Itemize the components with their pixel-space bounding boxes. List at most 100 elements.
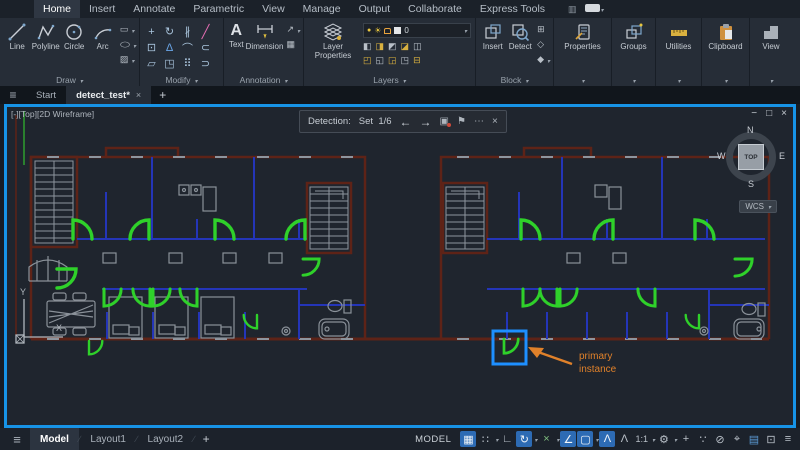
tab-express-tools[interactable]: Express Tools — [471, 0, 554, 18]
annotation-monitor-icon[interactable]: ⌖ — [729, 431, 745, 447]
tab-output[interactable]: Output — [350, 0, 400, 18]
viewcube-top-face[interactable]: TOP — [738, 144, 764, 170]
wcs-selector[interactable]: WCS — [739, 200, 777, 213]
tab-home[interactable]: Home — [34, 0, 81, 18]
utilities-panel-expand[interactable] — [656, 73, 701, 86]
grid-icon[interactable]: ▦ — [460, 431, 477, 447]
model-space-viewport[interactable]: [-][Top][2D Wireframe] − □ × Detection: … — [4, 104, 796, 428]
polar-tracking-icon[interactable]: ↻ — [516, 431, 533, 447]
explode-tool[interactable]: ⊃ — [197, 56, 214, 71]
copy-tool[interactable]: ⊡ — [143, 40, 160, 55]
erase-tool[interactable]: ╱ — [197, 24, 214, 39]
dimension-button[interactable]: Dimension — [246, 21, 283, 52]
tab-collaborate[interactable]: Collaborate — [399, 0, 471, 18]
close-drawing-icon[interactable]: × — [136, 90, 141, 100]
tab-model[interactable]: Model — [30, 428, 79, 450]
close-button[interactable]: × — [781, 108, 787, 119]
file-tab-menu-icon[interactable]: ≡ — [0, 88, 26, 102]
move-tool[interactable]: + — [143, 24, 160, 39]
layer-properties-button[interactable]: Layer Properties — [307, 21, 359, 61]
model-space-badge[interactable]: MODEL — [410, 433, 456, 446]
block-panel-title[interactable]: Block — [476, 73, 553, 86]
trim-tool[interactable]: ∦ — [179, 24, 196, 39]
previous-set-button[interactable]: ← — [400, 115, 412, 129]
minimize-button[interactable]: − — [751, 108, 757, 119]
tab-annotate[interactable]: Annotate — [124, 0, 184, 18]
layer-tool[interactable]: ⊟ — [413, 55, 421, 66]
annotation-autoscale-icon[interactable]: Λ — [616, 431, 632, 447]
properties-panel-expand[interactable] — [554, 73, 611, 86]
move-crosshair-icon[interactable]: + — [678, 431, 694, 447]
tab-layout1[interactable]: Layout1 — [80, 428, 136, 450]
groups-panel-expand[interactable] — [612, 73, 655, 86]
snap-icon[interactable]: ∷ — [477, 431, 493, 447]
text-button[interactable]: A Text — [227, 21, 246, 50]
layer-tool[interactable]: ◱ — [376, 55, 385, 66]
rectangle-tool[interactable]: ▭ — [120, 23, 136, 36]
featured-apps-icon[interactable]: ▥ — [568, 4, 577, 15]
ellipse-tool[interactable]: ◯ — [120, 38, 136, 51]
viewport-controls[interactable]: [-][Top][2D Wireframe] — [11, 109, 94, 119]
workspace-gear-icon[interactable]: ⚙ — [656, 431, 672, 447]
viewcube-south[interactable]: S — [748, 179, 754, 189]
block-define-tool[interactable]: ◆ — [537, 53, 550, 66]
layer-dropdown[interactable]: ● ☀ 0 — [363, 23, 471, 38]
clipboard-button[interactable]: Clipboard — [705, 21, 746, 52]
layers-panel-title[interactable]: Layers — [304, 73, 475, 86]
layer-tool[interactable]: ◪ — [401, 41, 410, 52]
viewcube[interactable]: N S W E TOP — [717, 125, 785, 189]
viewcube-east[interactable]: E — [779, 151, 785, 161]
close-detection-icon[interactable]: × — [492, 116, 498, 127]
ortho-icon[interactable]: ∟ — [499, 431, 515, 447]
tab-drawing[interactable]: detect_test* × — [66, 86, 152, 104]
block-edit-tool[interactable]: ⊞ — [537, 23, 550, 36]
layout-menu-icon[interactable]: ≡ — [4, 432, 30, 447]
fillet-tool[interactable]: ⌒ — [179, 40, 196, 55]
utilities-button[interactable]: Utilities — [659, 21, 698, 52]
annotation-visibility-icon[interactable]: Λ — [599, 431, 616, 447]
polyline-button[interactable]: Polyline — [31, 21, 60, 52]
view-panel-expand[interactable] — [750, 73, 792, 86]
clipboard-panel-expand[interactable] — [702, 73, 749, 86]
groups-button[interactable]: Groups — [615, 21, 652, 52]
viewcube-north[interactable]: N — [747, 125, 754, 135]
hardware-acceleration-icon[interactable]: ⊘ — [712, 431, 728, 447]
offset-tool[interactable]: ⊂ — [197, 40, 214, 55]
isodraft-icon[interactable]: × — [538, 431, 554, 447]
mirror-tool[interactable]: Δ — [161, 40, 178, 55]
layer-tool[interactable]: ◰ — [363, 55, 372, 66]
restore-button[interactable]: □ — [766, 108, 772, 119]
tab-parametric[interactable]: Parametric — [184, 0, 253, 18]
tab-manage[interactable]: Manage — [294, 0, 350, 18]
new-drawing-icon[interactable]: + — [159, 88, 166, 102]
viewcube-west[interactable]: W — [717, 151, 726, 161]
rotate-tool[interactable]: ↻ — [161, 24, 178, 39]
layer-tool[interactable]: ◲ — [388, 55, 397, 66]
next-set-button[interactable]: → — [420, 115, 432, 129]
graphics-performance-icon[interactable]: ▤ — [746, 431, 762, 447]
array-tool[interactable]: ⠿ — [179, 56, 196, 71]
tab-start[interactable]: Start — [26, 86, 66, 104]
hatch-tool[interactable]: ▨ — [120, 53, 136, 66]
line-button[interactable]: Line — [3, 21, 31, 52]
object-snap-tracking-icon[interactable]: ∠ — [560, 431, 577, 447]
redefine-block-icon[interactable]: ▣ — [440, 116, 451, 127]
table-tool[interactable]: ▦ — [286, 38, 300, 51]
modify-panel-title[interactable]: Modify — [140, 73, 223, 86]
isolate-objects-icon[interactable]: ∵ — [695, 431, 711, 447]
layer-tool[interactable]: ◩ — [388, 41, 397, 52]
clean-screen-icon[interactable]: ⊡ — [763, 431, 779, 447]
floor-plan-drawing[interactable]: Y X primary instance — [7, 107, 793, 425]
annotation-scale[interactable]: 1:1 — [633, 434, 650, 444]
annotation-panel-title[interactable]: Annotation — [224, 73, 303, 86]
detect-button[interactable]: Detect — [507, 21, 535, 52]
layer-tool[interactable]: ◳ — [401, 55, 410, 66]
tab-view[interactable]: View — [253, 0, 294, 18]
tab-insert[interactable]: Insert — [80, 0, 124, 18]
scale-tool[interactable]: ◳ — [161, 56, 178, 71]
layer-tool[interactable]: ◨ — [376, 41, 385, 52]
block-attrib-tool[interactable]: ◇ — [537, 38, 550, 51]
flag-instance-icon[interactable]: ⚑ — [457, 116, 466, 127]
stretch-tool[interactable]: ▱ — [143, 56, 160, 71]
new-layout-icon[interactable]: + — [195, 432, 218, 446]
